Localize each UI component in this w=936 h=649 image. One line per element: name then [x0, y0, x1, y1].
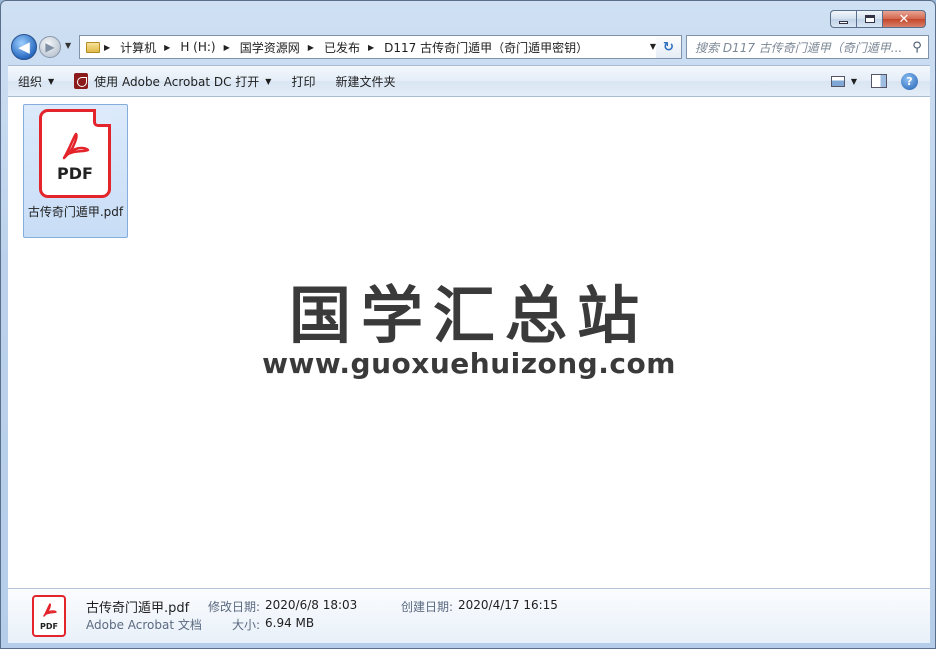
help-icon[interactable]: ? — [901, 72, 918, 90]
navigation-bar: ◀ ▶ ▼ ▶ 计算机 ▶ H (H:) ▶ 国学资源网 ▶ 已发布 ▶ D11… — [9, 33, 929, 61]
refresh-icon: ↻ — [663, 39, 674, 55]
recent-pages-dropdown-icon[interactable]: ▼ — [65, 41, 71, 50]
watermark-url: www.guoxuehuizong.com — [262, 347, 676, 380]
search-input[interactable]: 搜索 D117 古传奇门遁甲（奇门遁甲... — [695, 39, 906, 56]
maximize-button[interactable] — [856, 10, 882, 28]
back-button[interactable]: ◀ — [11, 34, 37, 60]
pdf-file-icon: PDF — [39, 109, 111, 198]
caption-buttons: ✕ — [830, 10, 926, 28]
size-value: 6.94 MB — [265, 616, 315, 630]
details-file-type: Adobe Acrobat 文档 — [86, 618, 202, 632]
command-bar-right: ▼ ? — [830, 72, 930, 90]
modified-date-label: 修改日期: — [208, 600, 261, 614]
details-pane: PDF 古传奇门遁甲.pdf Adobe Acrobat 文档 修改日期: 20… — [8, 588, 930, 643]
chevron-down-icon: ▼ — [265, 76, 272, 86]
acrobat-logo-icon — [43, 603, 57, 617]
pdf-icon-label: PDF — [57, 164, 93, 183]
page-fold — [93, 109, 111, 127]
size-label: 大小: — [232, 618, 261, 632]
file-list-area[interactable]: PDF 古传奇门遁甲.pdf 国学汇总站 www.guoxuehuizong.c… — [8, 97, 930, 588]
breadcrumb-separator-icon[interactable]: ▶ — [368, 43, 374, 52]
folder-icon — [86, 41, 100, 53]
forward-arrow-icon: ▶ — [45, 40, 55, 54]
breadcrumb-separator-icon[interactable]: ▶ — [224, 43, 230, 52]
file-item-pdf[interactable]: PDF 古传奇门遁甲.pdf — [23, 104, 128, 238]
search-box[interactable]: 搜索 D117 古传奇门遁甲（奇门遁甲... ⚲ — [686, 35, 929, 59]
refresh-button[interactable]: ↻ — [656, 35, 682, 59]
breadcrumb-separator-icon[interactable]: ▶ — [104, 43, 110, 52]
address-bar[interactable]: ▶ 计算机 ▶ H (H:) ▶ 国学资源网 ▶ 已发布 ▶ D117 古传奇门… — [79, 35, 663, 59]
forward-button[interactable]: ▶ — [39, 36, 61, 58]
open-with-button[interactable]: 使用 Adobe Acrobat DC 打开 ▼ — [64, 69, 281, 93]
minimize-icon — [839, 20, 848, 24]
breadcrumb-separator-icon[interactable]: ▶ — [164, 43, 170, 52]
watermark-title: 国学汇总站 — [288, 279, 649, 352]
acrobat-icon — [74, 73, 89, 89]
print-label: 打印 — [291, 74, 316, 89]
command-bar: 组织 ▼ 使用 Adobe Acrobat DC 打开 ▼ 打印 新建文件夹 ▼… — [8, 65, 930, 97]
details-pdf-icon: PDF — [32, 595, 66, 637]
details-filename: 古传奇门遁甲.pdf — [86, 601, 190, 616]
created-date-label: 创建日期: — [401, 600, 454, 614]
change-view-icon[interactable] — [830, 75, 845, 87]
breadcrumb-folder-guoxue[interactable]: 国学资源网 — [236, 36, 304, 58]
maximize-icon — [864, 15, 875, 23]
breadcrumb-drive[interactable]: H (H:) — [176, 36, 219, 58]
created-date-value: 2020/4/17 16:15 — [458, 598, 558, 612]
details-pdf-label: PDF — [40, 622, 58, 631]
acrobat-logo-icon — [62, 132, 90, 160]
breadcrumb-folder-published[interactable]: 已发布 — [320, 36, 364, 58]
new-folder-label: 新建文件夹 — [335, 74, 396, 89]
file-name[interactable]: 古传奇门遁甲.pdf — [26, 204, 125, 220]
organize-label: 组织 — [18, 74, 43, 89]
open-with-label: 使用 Adobe Acrobat DC 打开 — [94, 74, 260, 89]
breadcrumb-computer[interactable]: 计算机 — [116, 36, 160, 58]
breadcrumb-separator-icon[interactable]: ▶ — [308, 43, 314, 52]
print-button[interactable]: 打印 — [281, 69, 325, 93]
view-options-chevron-icon[interactable]: ▼ — [851, 77, 857, 86]
organize-menu-button[interactable]: 组织 ▼ — [8, 69, 64, 93]
back-arrow-icon: ◀ — [18, 38, 30, 56]
close-button[interactable]: ✕ — [882, 10, 926, 28]
search-icon[interactable]: ⚲ — [906, 40, 928, 55]
chevron-down-icon: ▼ — [48, 76, 55, 86]
new-folder-button[interactable]: 新建文件夹 — [325, 69, 405, 93]
minimize-button[interactable] — [830, 10, 856, 28]
explorer-window: ✕ ◀ ▶ ▼ ▶ 计算机 ▶ H (H:) ▶ 国学资源网 ▶ 已发布 ▶ D… — [0, 0, 936, 649]
close-icon: ✕ — [898, 11, 910, 27]
preview-pane-icon[interactable] — [871, 74, 887, 88]
breadcrumb-current-folder[interactable]: D117 古传奇门遁甲（奇门遁甲密钥） — [380, 36, 592, 58]
modified-date-value: 2020/6/8 18:03 — [265, 598, 358, 612]
